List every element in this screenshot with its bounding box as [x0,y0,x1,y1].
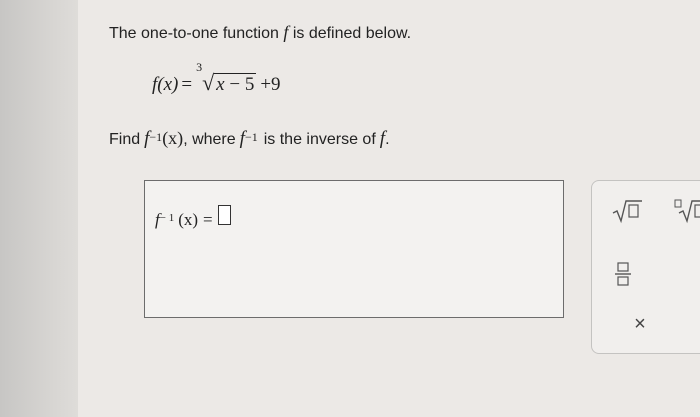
answer-exponent: − 1 [159,212,175,224]
radical-icon: √ [202,70,215,95]
answer-expression: f − 1 (x) = [155,205,231,230]
find-text: Find [109,131,141,148]
added-constant: +9 [260,74,281,95]
inverse-exponent: −1 [149,130,163,144]
function-name: f [283,22,289,42]
radicand-variable: x [216,74,225,95]
intro-text: The one-to-one function [109,25,279,42]
cube-root: 3 √ x − 5 [196,60,257,96]
nth-root-button[interactable] [674,198,700,224]
page-margin [0,0,78,417]
root-index: 3 [196,60,203,74]
radicand: x − 5 [214,73,257,96]
function-lhs: f(x) [152,74,179,95]
fraction-icon [615,262,631,286]
answer-argument: (x) [178,210,199,229]
nth-root-icon [674,199,700,224]
math-palette: × [591,180,700,354]
problem-intro: The one-to-one function f is defined bel… [109,22,411,43]
find-instruction: Find f −1 (x) , where f −1 is the inverse o… [109,128,390,150]
answer-equals: = [203,210,213,229]
sqrt-button[interactable] [611,198,645,224]
inverse-argument: (x) [162,128,184,148]
intro-end-text: is defined below. [292,25,412,42]
answer-input[interactable] [217,205,231,225]
answer-box[interactable]: f − 1 (x) = [144,180,564,318]
equals-sign: = [181,74,193,95]
sqrt-icon [612,200,642,224]
clear-icon[interactable]: × [630,313,650,335]
function-definition: f(x) = 3 √ x − 5 +9 [152,60,281,96]
is-inverse-text: is the inverse of [263,131,376,148]
where-text: , where [183,131,236,148]
inverse-exponent-2: −1 [244,130,258,144]
radicand-constant: − 5 [229,74,255,95]
period: . [385,131,390,148]
problem-area: The one-to-one function f is defined bel… [78,0,700,417]
fraction-button[interactable] [613,261,633,287]
